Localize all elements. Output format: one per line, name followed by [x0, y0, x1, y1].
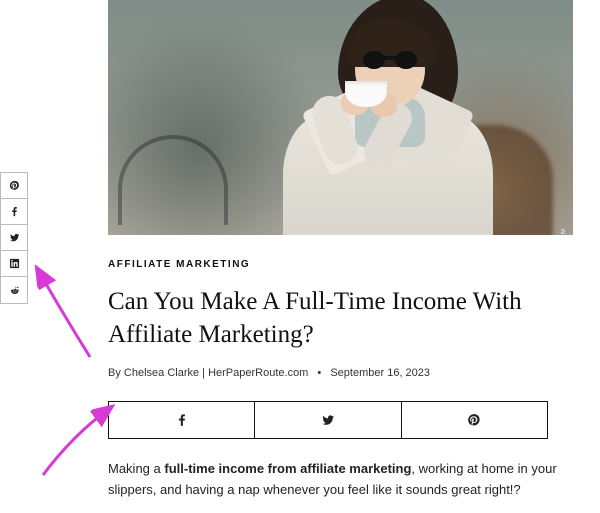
facebook-icon	[175, 413, 189, 427]
pinterest-icon	[9, 180, 20, 191]
reddit-icon	[9, 285, 20, 296]
vertical-share-bar	[0, 172, 28, 304]
share-facebook-button[interactable]	[1, 199, 27, 225]
byline-author[interactable]: Chelsea Clarke | HerPaperRoute.com	[124, 367, 308, 379]
byline-separator: •	[317, 367, 321, 379]
byline-date: September 16, 2023	[330, 367, 430, 379]
body-bold: full-time income from affiliate marketin…	[164, 461, 411, 476]
facebook-icon	[9, 206, 20, 217]
article-title: Can You Make A Full-Time Income With Aff…	[108, 286, 568, 351]
watermark-text: HERPAPERROUTE.COM	[561, 227, 567, 235]
share-reddit-button[interactable]	[1, 277, 27, 303]
share-facebook-button[interactable]	[109, 402, 255, 438]
annotation-arrow	[30, 262, 100, 362]
share-linkedin-button[interactable]	[1, 251, 27, 277]
share-twitter-button[interactable]	[1, 225, 27, 251]
share-twitter-button[interactable]	[255, 402, 401, 438]
byline-prefix: By	[108, 367, 124, 379]
hero-image: HERPAPERROUTE.COM	[108, 0, 573, 235]
horizontal-share-bar	[108, 401, 548, 439]
category-link[interactable]: AFFILIATE MARKETING	[108, 259, 580, 270]
byline: By Chelsea Clarke | HerPaperRoute.com • …	[108, 367, 580, 379]
share-pinterest-button[interactable]	[1, 173, 27, 199]
annotation-arrow	[38, 400, 118, 480]
twitter-icon	[321, 413, 335, 427]
twitter-icon	[9, 232, 20, 243]
article-body-paragraph: Making a full-time income from affiliate…	[108, 459, 558, 501]
linkedin-icon	[9, 258, 20, 269]
pinterest-icon	[467, 413, 481, 427]
share-pinterest-button[interactable]	[402, 402, 547, 438]
